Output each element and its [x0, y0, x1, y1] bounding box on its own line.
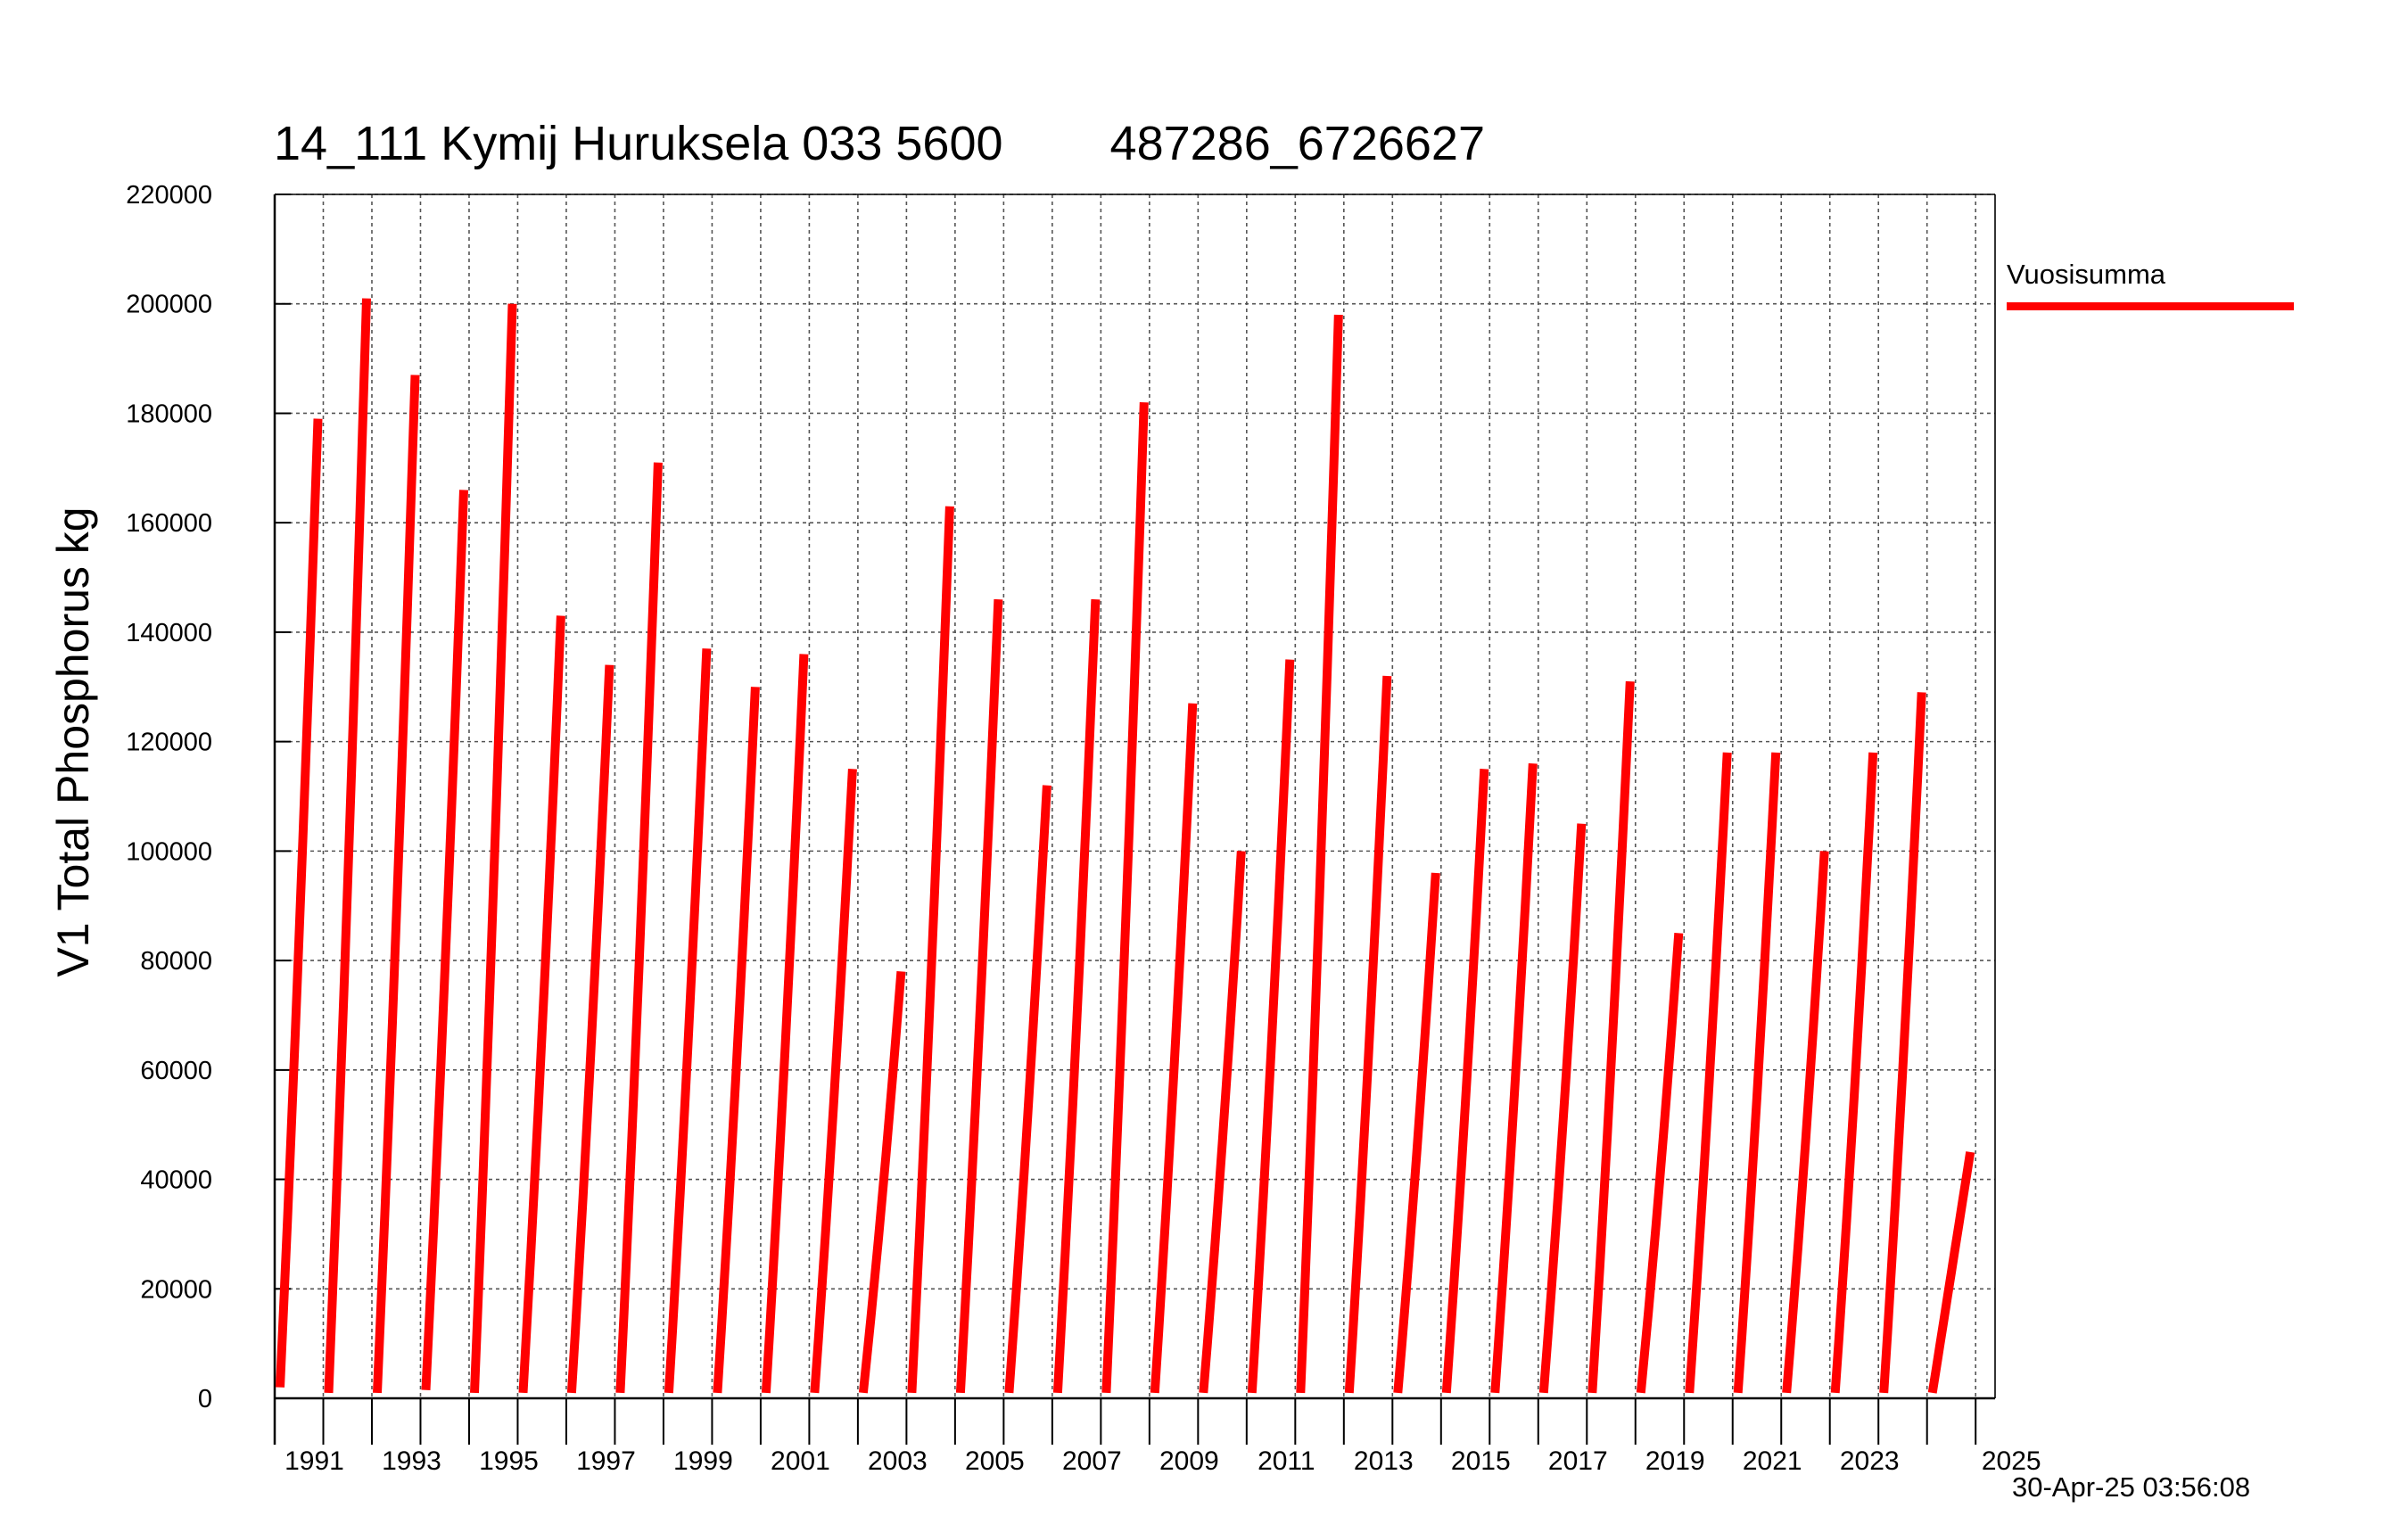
series-line-2000	[761, 654, 809, 1394]
y-tick-label: 140000	[126, 619, 212, 647]
y-tick-label: 120000	[126, 729, 212, 757]
series-line-1993	[421, 490, 468, 1391]
y-tick-label: 160000	[126, 509, 212, 538]
x-tick-label: 1995	[479, 1446, 539, 1476]
x-tick-label: 2001	[771, 1446, 830, 1476]
series-line-1994	[470, 303, 517, 1394]
series-line-1990	[276, 418, 323, 1388]
series-line-2023	[1879, 692, 1926, 1394]
series-line-2020	[1733, 752, 1781, 1394]
series-line-1998	[664, 648, 712, 1394]
legend-swatch	[2007, 302, 2294, 310]
series-line-2001	[810, 769, 857, 1394]
series-line-2014	[1441, 769, 1489, 1394]
legend-label: Vuosisumma	[2007, 259, 2166, 290]
y-tick-label: 180000	[126, 400, 212, 428]
series-line-2022	[1830, 752, 1878, 1394]
x-tick-label: 2003	[868, 1446, 928, 1476]
y-tick-label: 80000	[140, 947, 212, 976]
x-tick-label: 2005	[965, 1446, 1025, 1476]
series-line-2015	[1490, 762, 1538, 1394]
x-tick-label: 2015	[1451, 1446, 1511, 1476]
y-tick-label: 200000	[126, 291, 212, 319]
x-tick-label: 2019	[1645, 1446, 1705, 1476]
series-line-2012	[1344, 675, 1392, 1394]
x-tick-label: 1999	[673, 1446, 733, 1476]
y-tick-label: 0	[198, 1385, 212, 1413]
y-tick-label: 40000	[140, 1166, 212, 1195]
y-tick-label: 220000	[126, 181, 212, 210]
series-line-2011	[1296, 314, 1343, 1394]
series-line-2013	[1393, 872, 1440, 1394]
x-tick-label: 1997	[576, 1446, 636, 1476]
x-tick-label: 2017	[1548, 1446, 1608, 1476]
series-line-2018	[1636, 933, 1684, 1394]
series-line-1997	[615, 462, 663, 1394]
y-tick-label: 60000	[140, 1057, 212, 1085]
series-line-2017	[1587, 680, 1635, 1394]
y-tick-label: 100000	[126, 837, 212, 866]
series-line-2019	[1685, 752, 1732, 1394]
series-line-1995	[518, 615, 565, 1394]
series-line-2007	[1101, 402, 1149, 1394]
x-tick-label: 1991	[285, 1446, 344, 1476]
x-tick-label: 2007	[1062, 1446, 1122, 1476]
x-tick-label: 2021	[1743, 1446, 1802, 1476]
series-line-2016	[1538, 823, 1587, 1394]
series-line-2024	[1927, 1151, 1975, 1394]
series-line-2003	[907, 506, 954, 1394]
series-line-1999	[713, 687, 760, 1394]
timestamp: 30-Apr-25 03:56:08	[2012, 1471, 2251, 1503]
series-line-2002	[858, 971, 906, 1394]
y-tick-label: 20000	[140, 1275, 212, 1304]
x-tick-label: 2023	[1840, 1446, 1900, 1476]
x-tick-label: 2011	[1258, 1446, 1315, 1476]
series-line-2021	[1782, 851, 1829, 1394]
x-tick-label: 1993	[382, 1446, 441, 1476]
x-tick-label: 2009	[1159, 1446, 1219, 1476]
series-line-1992	[373, 375, 420, 1394]
series-line-2005	[1004, 785, 1051, 1394]
series-line-2004	[955, 598, 1003, 1394]
series-line-1991	[324, 298, 371, 1394]
series-line-2006	[1052, 598, 1101, 1394]
series-line-2009	[1199, 851, 1246, 1394]
chart-canvas: 0 20000 40000 60000 80000 100000 120000 140000 1…	[126, 181, 2041, 1476]
x-tick-label: 2013	[1354, 1446, 1414, 1476]
series-line-2010	[1247, 659, 1295, 1394]
series-line-1996	[566, 664, 614, 1394]
